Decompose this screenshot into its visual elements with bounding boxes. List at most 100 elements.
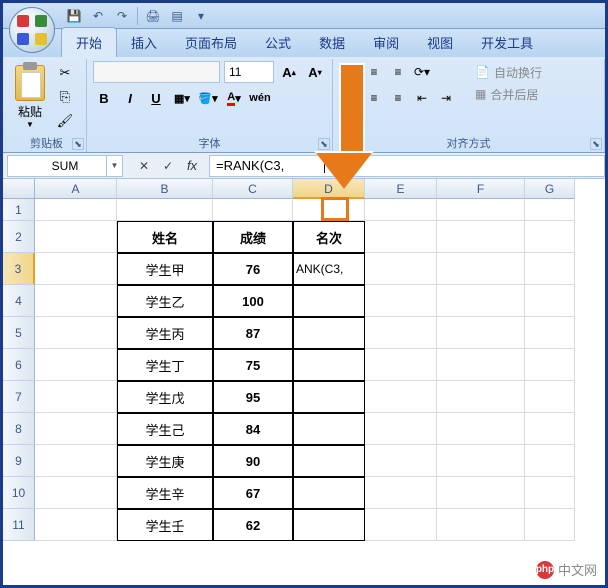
- clipboard-dialog-launcher[interactable]: ⬊: [72, 138, 84, 150]
- cancel-formula-button[interactable]: ✕: [135, 157, 153, 175]
- qat-print-button[interactable]: 🖨: [142, 5, 164, 27]
- cell[interactable]: [365, 349, 437, 381]
- cell[interactable]: [35, 199, 117, 221]
- cell[interactable]: [437, 349, 525, 381]
- cell[interactable]: [293, 445, 365, 477]
- cell[interactable]: 100: [213, 285, 293, 317]
- cell[interactable]: [437, 477, 525, 509]
- cell[interactable]: 75: [213, 349, 293, 381]
- italic-button[interactable]: I: [119, 87, 141, 109]
- cell[interactable]: [365, 199, 437, 221]
- row-header-7[interactable]: 7: [3, 381, 35, 413]
- cell[interactable]: [437, 509, 525, 541]
- cell[interactable]: [35, 509, 117, 541]
- cell[interactable]: [293, 381, 365, 413]
- cell[interactable]: [35, 349, 117, 381]
- office-button[interactable]: [9, 7, 55, 53]
- col-header-E[interactable]: E: [365, 179, 437, 199]
- cell[interactable]: [365, 413, 437, 445]
- tab-view[interactable]: 视图: [413, 28, 467, 57]
- cell[interactable]: [437, 199, 525, 221]
- cell[interactable]: 84: [213, 413, 293, 445]
- qat-save-button[interactable]: 💾: [63, 5, 85, 27]
- cell[interactable]: 姓名: [117, 221, 213, 253]
- row-header-11[interactable]: 11: [3, 509, 35, 541]
- accept-formula-button[interactable]: ✓: [159, 157, 177, 175]
- row-header-9[interactable]: 9: [3, 445, 35, 477]
- border-button[interactable]: ▦▾: [171, 87, 193, 109]
- cell[interactable]: 87: [213, 317, 293, 349]
- col-header-F[interactable]: F: [437, 179, 525, 199]
- cell[interactable]: [35, 381, 117, 413]
- cell[interactable]: 90: [213, 445, 293, 477]
- cell[interactable]: [525, 381, 575, 413]
- cell[interactable]: [293, 477, 365, 509]
- cell[interactable]: ANK(C3,: [293, 253, 365, 285]
- cell[interactable]: [365, 445, 437, 477]
- cell[interactable]: [525, 199, 575, 221]
- cell[interactable]: [525, 221, 575, 253]
- cell[interactable]: [525, 477, 575, 509]
- cell[interactable]: [437, 253, 525, 285]
- cell[interactable]: [293, 413, 365, 445]
- orientation-button[interactable]: ⟳▾: [411, 61, 433, 83]
- cell[interactable]: [525, 509, 575, 541]
- cell[interactable]: 76: [213, 253, 293, 285]
- cell[interactable]: 学生庚: [117, 445, 213, 477]
- col-header-B[interactable]: B: [117, 179, 213, 199]
- row-header-3[interactable]: 3: [3, 253, 35, 285]
- cell[interactable]: 67: [213, 477, 293, 509]
- copy-button[interactable]: ⎘: [53, 87, 77, 107]
- qat-dropdown-button[interactable]: ▾: [190, 5, 212, 27]
- cut-button[interactable]: ✂: [53, 63, 77, 83]
- cell[interactable]: [365, 285, 437, 317]
- cell[interactable]: [525, 253, 575, 285]
- cell[interactable]: [213, 199, 293, 221]
- bold-button[interactable]: B: [93, 87, 115, 109]
- cell[interactable]: 成绩: [213, 221, 293, 253]
- row-header-10[interactable]: 10: [3, 477, 35, 509]
- cell[interactable]: [525, 285, 575, 317]
- row-header-8[interactable]: 8: [3, 413, 35, 445]
- cell[interactable]: [293, 349, 365, 381]
- cell[interactable]: [525, 413, 575, 445]
- cell[interactable]: 学生丁: [117, 349, 213, 381]
- alignment-dialog-launcher[interactable]: ⬊: [590, 138, 602, 150]
- paste-button[interactable]: 粘贴 ▼: [9, 61, 51, 133]
- align-right-button[interactable]: ≡: [387, 87, 409, 109]
- tab-home[interactable]: 开始: [61, 27, 117, 57]
- tab-data[interactable]: 数据: [305, 28, 359, 57]
- row-header-2[interactable]: 2: [3, 221, 35, 253]
- row-header-1[interactable]: 1: [3, 199, 35, 221]
- cell[interactable]: 名次: [293, 221, 365, 253]
- cell[interactable]: 学生丙: [117, 317, 213, 349]
- qat-redo-button[interactable]: ↷: [111, 5, 133, 27]
- wrap-text-button[interactable]: 📄 自动换行: [469, 61, 548, 83]
- cell[interactable]: 学生己: [117, 413, 213, 445]
- format-painter-button[interactable]: 🖌: [53, 111, 77, 131]
- phonetic-button[interactable]: wén: [249, 87, 271, 109]
- cell[interactable]: [437, 221, 525, 253]
- cell[interactable]: [525, 349, 575, 381]
- underline-button[interactable]: U: [145, 87, 167, 109]
- tab-developer[interactable]: 开发工具: [467, 28, 547, 57]
- decrease-font-button[interactable]: A▾: [304, 61, 326, 83]
- cell[interactable]: [437, 317, 525, 349]
- cell[interactable]: [35, 477, 117, 509]
- cell[interactable]: [365, 221, 437, 253]
- cell[interactable]: [35, 285, 117, 317]
- cell[interactable]: [365, 477, 437, 509]
- row-header-4[interactable]: 4: [3, 285, 35, 317]
- col-header-G[interactable]: G: [525, 179, 575, 199]
- cell[interactable]: [525, 317, 575, 349]
- font-color-button[interactable]: A▾: [223, 87, 245, 109]
- cell[interactable]: 62: [213, 509, 293, 541]
- cell[interactable]: [365, 317, 437, 349]
- cell[interactable]: 95: [213, 381, 293, 413]
- cell[interactable]: [437, 285, 525, 317]
- cell[interactable]: [293, 317, 365, 349]
- fill-color-button[interactable]: 🪣▾: [197, 87, 219, 109]
- cell[interactable]: [365, 509, 437, 541]
- cell[interactable]: [525, 445, 575, 477]
- increase-font-button[interactable]: A▴: [278, 61, 300, 83]
